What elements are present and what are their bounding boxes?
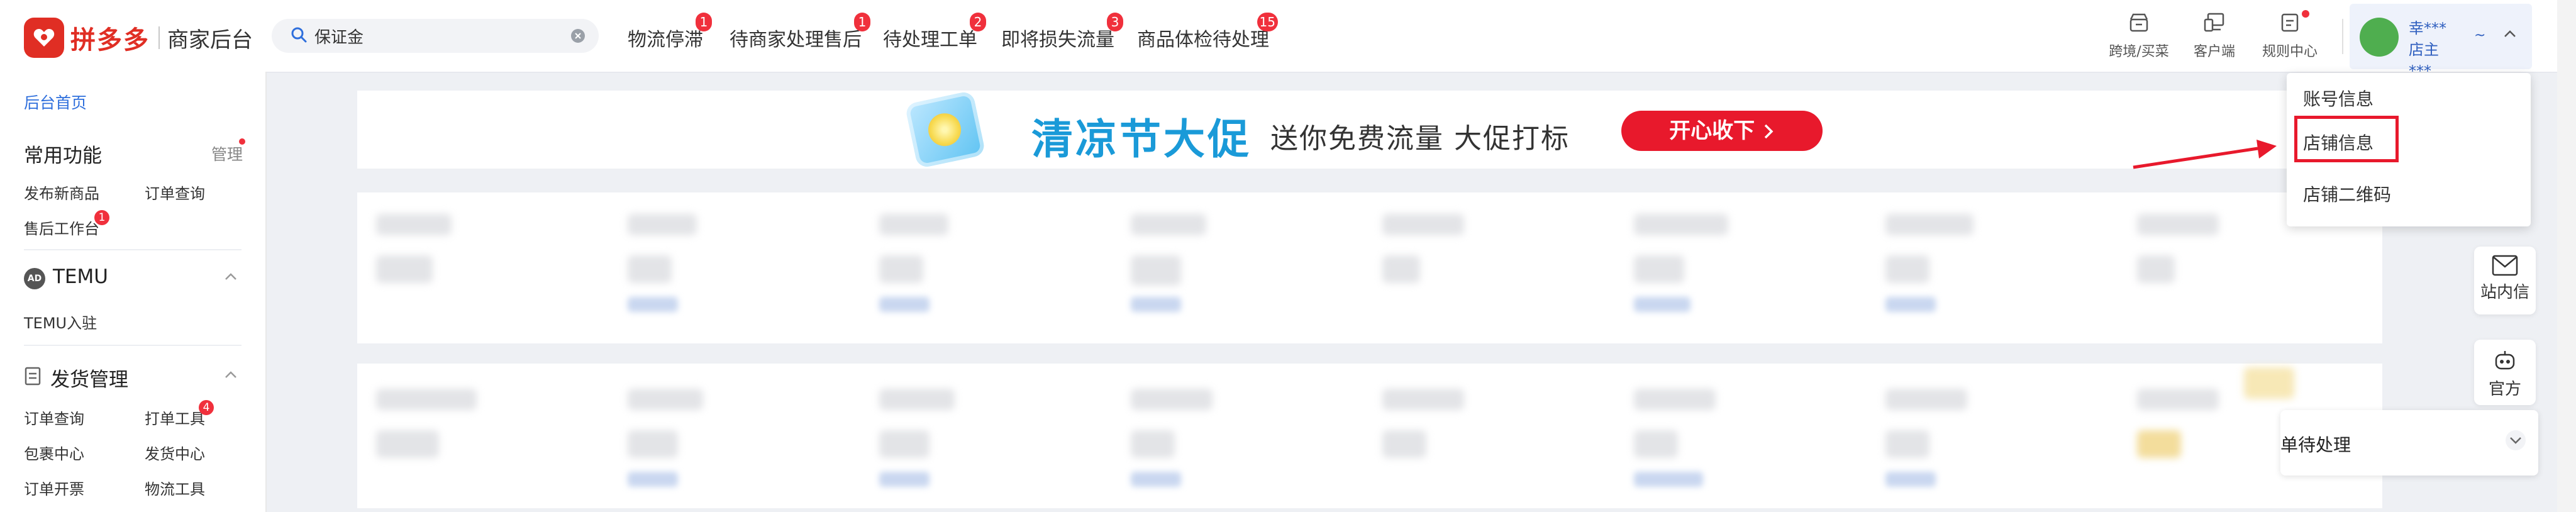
chevron-up-icon[interactable] bbox=[2503, 29, 2517, 41]
sidebar-item-publish-product[interactable]: 发布新商品 bbox=[24, 181, 99, 203]
data-card-blurred bbox=[357, 364, 2382, 508]
notification-dot bbox=[239, 138, 245, 145]
manage-link[interactable]: 管理 bbox=[211, 142, 243, 165]
nav-badge: 1 bbox=[696, 13, 712, 31]
banner-title: 清凉节大促 bbox=[1031, 115, 1252, 164]
todo-text: 单待处理 bbox=[2280, 435, 2351, 455]
chevron-up-icon[interactable] bbox=[224, 370, 238, 382]
chevron-right-icon bbox=[1762, 118, 1775, 143]
menu-item-account-info[interactable]: 账号信息 bbox=[2303, 86, 2373, 111]
rules-icon bbox=[2255, 9, 2324, 36]
nav-label: 待处理工单 bbox=[883, 29, 977, 51]
tool-client[interactable]: 客户端 bbox=[2180, 9, 2249, 60]
menu-item-shop-qrcode[interactable]: 店铺二维码 bbox=[2303, 181, 2391, 206]
nav-badge: 15 bbox=[1257, 13, 1278, 31]
official-label: 官方 bbox=[2488, 380, 2521, 399]
sidebar: 后台首页 常用功能 管理 发布新商品 订单查询 售后工作台 1 AD TEMU … bbox=[0, 72, 267, 512]
tool-cross-border[interactable]: 跨境/买菜 bbox=[2104, 9, 2174, 60]
chevron-up-icon[interactable] bbox=[224, 272, 238, 284]
sidebar-item-shipping-center[interactable]: 发货中心 bbox=[145, 442, 205, 464]
sidebar-item-package-center[interactable]: 包裹中心 bbox=[24, 442, 84, 464]
ice-cube-icon bbox=[904, 90, 986, 169]
search-icon bbox=[291, 26, 307, 45]
todo-panel[interactable]: 单待处理 bbox=[2280, 410, 2538, 476]
nav-badge: 1 bbox=[854, 13, 870, 31]
sidebar-item-order-invoice[interactable]: 订单开票 bbox=[24, 477, 84, 499]
user-menu[interactable]: 幸***店主*** ~ bbox=[2350, 4, 2532, 80]
search-bar[interactable]: 保证金 bbox=[272, 19, 599, 53]
nav-label: 物流停滞 bbox=[628, 29, 703, 51]
banner-subtitle: 送你免费流量 大促打标 bbox=[1270, 123, 1570, 155]
robot-icon bbox=[2474, 340, 2536, 376]
divider bbox=[24, 345, 242, 346]
banner-accept-button[interactable]: 开心收下 bbox=[1621, 111, 1823, 151]
nav-label: 待商家处理售后 bbox=[730, 29, 862, 51]
top-bar: 拼多多 商家后台 保证金 物流停滞 1 待商家处理售后 1 待处理工单 2 即将… bbox=[0, 0, 2576, 80]
nav-traffic-loss[interactable]: 即将损失流量 3 bbox=[1001, 13, 1123, 52]
sidebar-item-aftersale-desk[interactable]: 售后工作台 bbox=[24, 216, 99, 238]
nav-aftersale-pending[interactable]: 待商家处理售后 1 bbox=[730, 13, 870, 52]
nav-label: 即将损失流量 bbox=[1001, 29, 1114, 51]
divider bbox=[24, 249, 242, 250]
promo-banner[interactable]: 清凉节大促 送你免费流量 大促打标 开心收下 bbox=[357, 90, 2382, 169]
sidebar-item-order-query[interactable]: 订单查询 bbox=[145, 181, 205, 203]
sidebar-item-order-query[interactable]: 订单查询 bbox=[24, 406, 84, 428]
logo-divider bbox=[158, 26, 160, 49]
store-icon bbox=[2104, 9, 2174, 36]
desktop-icon bbox=[2180, 9, 2249, 36]
data-card-blurred bbox=[357, 192, 2382, 343]
nav-logistics-stalled[interactable]: 物流停滞 1 bbox=[628, 13, 712, 52]
sidebar-badge: 4 bbox=[199, 400, 214, 415]
logo[interactable]: 拼多多 商家后台 bbox=[24, 18, 253, 58]
clear-icon[interactable] bbox=[571, 29, 585, 43]
nav-badge: 2 bbox=[970, 13, 986, 31]
tool-label: 跨境/买菜 bbox=[2109, 44, 2169, 60]
sidebar-item-logistics-tools[interactable]: 物流工具 bbox=[145, 477, 205, 499]
message-button[interactable]: 站内信 bbox=[2474, 247, 2536, 314]
tool-label: 客户端 bbox=[2193, 44, 2235, 60]
logo-name: 拼多多 bbox=[70, 26, 150, 55]
notification-dot bbox=[2302, 10, 2309, 18]
user-extra: ~ bbox=[2474, 28, 2486, 43]
logo-subtitle: 商家后台 bbox=[167, 27, 253, 53]
menu-item-shop-info[interactable]: 店铺信息 bbox=[2303, 130, 2373, 155]
banner-button-label: 开心收下 bbox=[1669, 118, 1755, 143]
search-input[interactable]: 保证金 bbox=[314, 25, 571, 48]
document-icon bbox=[24, 366, 42, 389]
official-service-button[interactable]: 官方 bbox=[2474, 340, 2536, 405]
scrollbar[interactable] bbox=[2557, 0, 2576, 512]
user-dropdown-menu: 账号信息 店铺信息 店铺二维码 bbox=[2287, 73, 2531, 226]
tool-label: 规则中心 bbox=[2262, 44, 2318, 60]
tool-rules-center[interactable]: 规则中心 bbox=[2255, 9, 2324, 60]
sidebar-section-common: 常用功能 bbox=[24, 145, 102, 167]
mail-icon bbox=[2474, 247, 2536, 279]
sidebar-section-temu[interactable]: TEMU bbox=[53, 265, 108, 288]
sidebar-badge: 1 bbox=[94, 210, 109, 225]
nav-product-checkup[interactable]: 商品体检待处理 15 bbox=[1137, 13, 1278, 52]
nav-badge: 3 bbox=[1107, 13, 1123, 31]
temu-icon: AD bbox=[24, 268, 45, 289]
sidebar-home-link[interactable]: 后台首页 bbox=[24, 91, 87, 113]
user-name: 幸***店主*** bbox=[2409, 19, 2446, 80]
sidebar-section-shipping[interactable]: 发货管理 bbox=[50, 364, 128, 392]
sidebar-item-temu-join[interactable]: TEMU入驻 bbox=[24, 311, 97, 333]
sidebar-item-print-tool[interactable]: 打单工具 bbox=[145, 406, 205, 428]
nav-label: 商品体检待处理 bbox=[1137, 29, 1269, 51]
nav-pending-tickets[interactable]: 待处理工单 2 bbox=[883, 13, 986, 52]
divider bbox=[2342, 19, 2343, 54]
message-label: 站内信 bbox=[2480, 283, 2529, 302]
logo-icon bbox=[24, 18, 64, 58]
avatar bbox=[2360, 18, 2399, 57]
chevron-down-icon[interactable] bbox=[2504, 429, 2527, 454]
